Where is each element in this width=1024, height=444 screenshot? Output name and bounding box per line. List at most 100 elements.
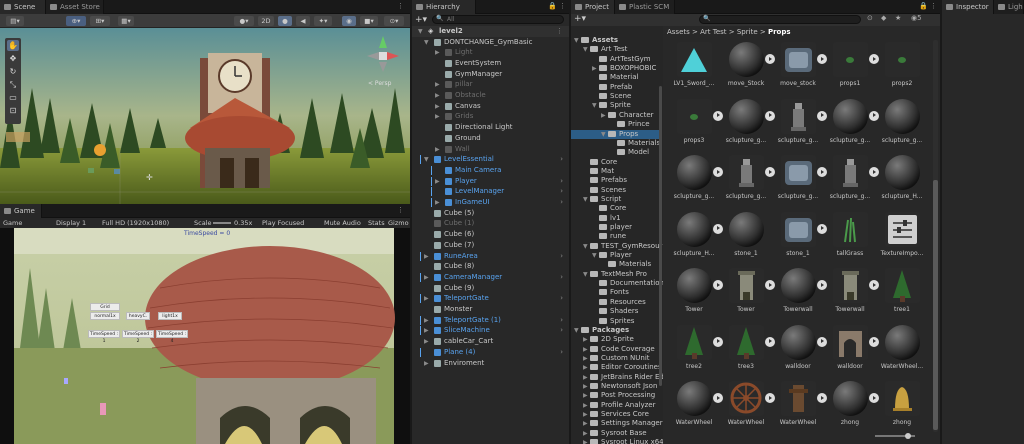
chevron-right-icon[interactable]: › xyxy=(560,251,563,262)
asset-tile[interactable]: Tower xyxy=(671,266,723,318)
folder-tree-item[interactable]: Model xyxy=(571,148,659,158)
expand-play-icon[interactable] xyxy=(869,54,879,64)
toggle-2d-button[interactable]: 2D xyxy=(258,16,274,26)
expand-arrow-icon[interactable]: ▶ xyxy=(435,101,440,112)
expand-arrow-icon[interactable]: ▶ xyxy=(583,391,590,401)
expand-arrow-icon[interactable]: ▶ xyxy=(435,144,440,155)
hierarchy-item[interactable]: Cube (6) xyxy=(412,229,569,240)
hierarchy-item[interactable]: ▶ Enviroment xyxy=(412,358,569,369)
expand-arrow-icon[interactable]: ▶ xyxy=(435,176,440,187)
add-button[interactable]: +▾ xyxy=(415,15,427,25)
tree-scrollbar[interactable] xyxy=(659,86,662,386)
expand-play-icon[interactable] xyxy=(765,110,775,121)
folder-tree-item[interactable]: ▼ Script xyxy=(571,195,659,205)
collapse-arrow-icon[interactable]: ▼ xyxy=(574,326,581,336)
folder-tree-item[interactable]: ▼ TextMesh Pro xyxy=(571,270,659,280)
collapse-arrow-icon[interactable]: ▼ xyxy=(592,251,599,261)
folder-tree-item[interactable]: ▶ Sysroot Linux x64 xyxy=(571,438,663,444)
expand-play-icon[interactable] xyxy=(765,280,775,290)
light-button[interactable]: light1x xyxy=(158,312,182,320)
tab-scene[interactable]: Scene xyxy=(0,0,46,14)
chevron-right-icon[interactable]: › xyxy=(560,347,563,358)
folder-tree-item[interactable]: ▶ Settings Manager xyxy=(571,419,663,429)
asset-tile[interactable]: WaterWheel... xyxy=(879,323,925,375)
chevron-right-icon[interactable]: › xyxy=(560,293,563,304)
folder-tree-item[interactable]: ▼ Sprite xyxy=(571,101,659,111)
timespeed-2-button[interactable]: TimeSpeed : 2 xyxy=(122,330,154,344)
chevron-right-icon[interactable]: › xyxy=(560,197,563,208)
more-menu-icon[interactable]: ⋮ xyxy=(556,26,563,37)
asset-tile[interactable]: props3 xyxy=(671,97,723,149)
hierarchy-item[interactable]: Cube (5) xyxy=(412,208,569,219)
asset-tile[interactable]: zhong xyxy=(879,379,925,431)
stats-toggle[interactable]: Stats xyxy=(368,218,385,228)
expand-arrow-icon[interactable]: ▶ xyxy=(583,401,590,411)
folder-tree-item[interactable]: ▼ Packages xyxy=(571,326,659,336)
expand-arrow-icon[interactable]: ▶ xyxy=(424,251,429,262)
asset-tile[interactable]: sclupture_g... xyxy=(879,97,925,149)
hierarchy-item[interactable]: ▶ TeleportGate (1) › xyxy=(412,315,569,326)
asset-tile[interactable]: sclupture_g... xyxy=(723,153,775,205)
tools-dropdown[interactable]: ▤▾ xyxy=(6,16,24,26)
breadcrumb-art-test[interactable]: Art Test xyxy=(700,28,726,36)
expand-play-icon[interactable] xyxy=(765,167,775,177)
asset-tile[interactable]: stone_1 xyxy=(775,210,827,262)
play-focused-dropdown[interactable]: Play Focused xyxy=(262,218,304,228)
expand-play-icon[interactable] xyxy=(817,280,827,290)
expand-arrow-icon[interactable]: ▶ xyxy=(435,79,440,90)
expand-arrow-icon[interactable]: ▶ xyxy=(435,111,440,122)
star-icon[interactable]: ★ xyxy=(895,14,901,22)
expand-play-icon[interactable] xyxy=(817,223,827,234)
rect-tool-icon[interactable]: ▭ xyxy=(7,92,19,103)
hidden-packages-icon[interactable]: ◉5 xyxy=(911,14,922,22)
folder-tree-item[interactable]: Scene xyxy=(571,92,659,102)
expand-play-icon[interactable] xyxy=(765,54,775,64)
asset-tile[interactable]: sclupture_H... xyxy=(671,210,723,262)
grid-button[interactable]: Grid xyxy=(90,303,120,311)
expand-play-icon[interactable] xyxy=(869,167,879,177)
folder-tree-item[interactable]: ▶ Editor Coroutines xyxy=(571,363,662,373)
hierarchy-item[interactable]: ▶ pillar xyxy=(412,79,569,90)
expand-play-icon[interactable] xyxy=(713,167,723,177)
chevron-right-icon[interactable]: › xyxy=(560,154,563,165)
folder-tree-item[interactable]: Material xyxy=(571,73,659,83)
folder-tree-item[interactable]: Mat xyxy=(571,167,659,177)
collapse-arrow-icon[interactable]: ▼ xyxy=(583,270,590,280)
folder-tree-item[interactable]: ▼ Art Test xyxy=(571,45,659,55)
collapse-arrow-icon[interactable]: ▼ xyxy=(574,36,581,46)
hierarchy-item[interactable]: ▼ LevelEssential › xyxy=(412,154,569,165)
asset-tile[interactable]: WaterWheel xyxy=(775,379,827,431)
expand-play-icon[interactable] xyxy=(765,393,775,403)
asset-tile[interactable]: sclupture_g... xyxy=(723,97,775,149)
folder-tree-item[interactable]: ▶ Custom NUnit xyxy=(571,354,659,364)
expand-arrow-icon[interactable]: ▶ xyxy=(601,111,608,121)
hierarchy-item[interactable]: ▶ Player › xyxy=(412,176,569,187)
resolution-dropdown[interactable]: Full HD (1920x1080) xyxy=(102,218,169,228)
scale-slider[interactable] xyxy=(213,222,231,224)
expand-arrow-icon[interactable]: ▶ xyxy=(424,293,429,304)
asset-tile[interactable]: move_Stock xyxy=(723,40,775,92)
hierarchy-item[interactable]: ▶ InGameUI › xyxy=(412,197,569,208)
tab-inspector[interactable]: Inspector xyxy=(942,0,994,14)
expand-arrow-icon[interactable]: ▶ xyxy=(435,47,440,58)
hierarchy-item[interactable]: ▶ RuneArea › xyxy=(412,251,569,262)
folder-tree-item[interactable]: Materials xyxy=(571,260,659,270)
game-view-dropdown[interactable]: Game xyxy=(3,218,22,228)
asset-tile[interactable]: tree2 xyxy=(671,323,723,375)
expand-arrow-icon[interactable]: ▶ xyxy=(583,354,590,364)
folder-tree-item[interactable]: lv1 xyxy=(571,214,659,224)
more-menu-icon[interactable]: ⋮ xyxy=(930,2,937,10)
rotate-tool-icon[interactable]: ↻ xyxy=(7,66,19,77)
hierarchy-item[interactable]: ▶ CameraManager › xyxy=(412,272,569,283)
expand-play-icon[interactable] xyxy=(869,393,879,403)
audio-toggle[interactable]: ◀ xyxy=(296,16,310,26)
transform-tool-icon[interactable]: ⊡ xyxy=(7,105,19,116)
hierarchy-item[interactable]: EventSystem xyxy=(412,58,569,69)
expand-arrow-icon[interactable]: ▶ xyxy=(424,336,429,347)
breadcrumb-sprite[interactable]: Sprite xyxy=(737,28,758,36)
folder-tree-item[interactable]: Sprites xyxy=(571,317,659,327)
folder-tree-item[interactable]: Prefab xyxy=(571,83,659,93)
expand-play-icon[interactable] xyxy=(817,54,827,64)
folder-tree-item[interactable]: Materials xyxy=(571,139,660,149)
mute-audio-toggle[interactable]: Mute Audio xyxy=(324,218,361,228)
